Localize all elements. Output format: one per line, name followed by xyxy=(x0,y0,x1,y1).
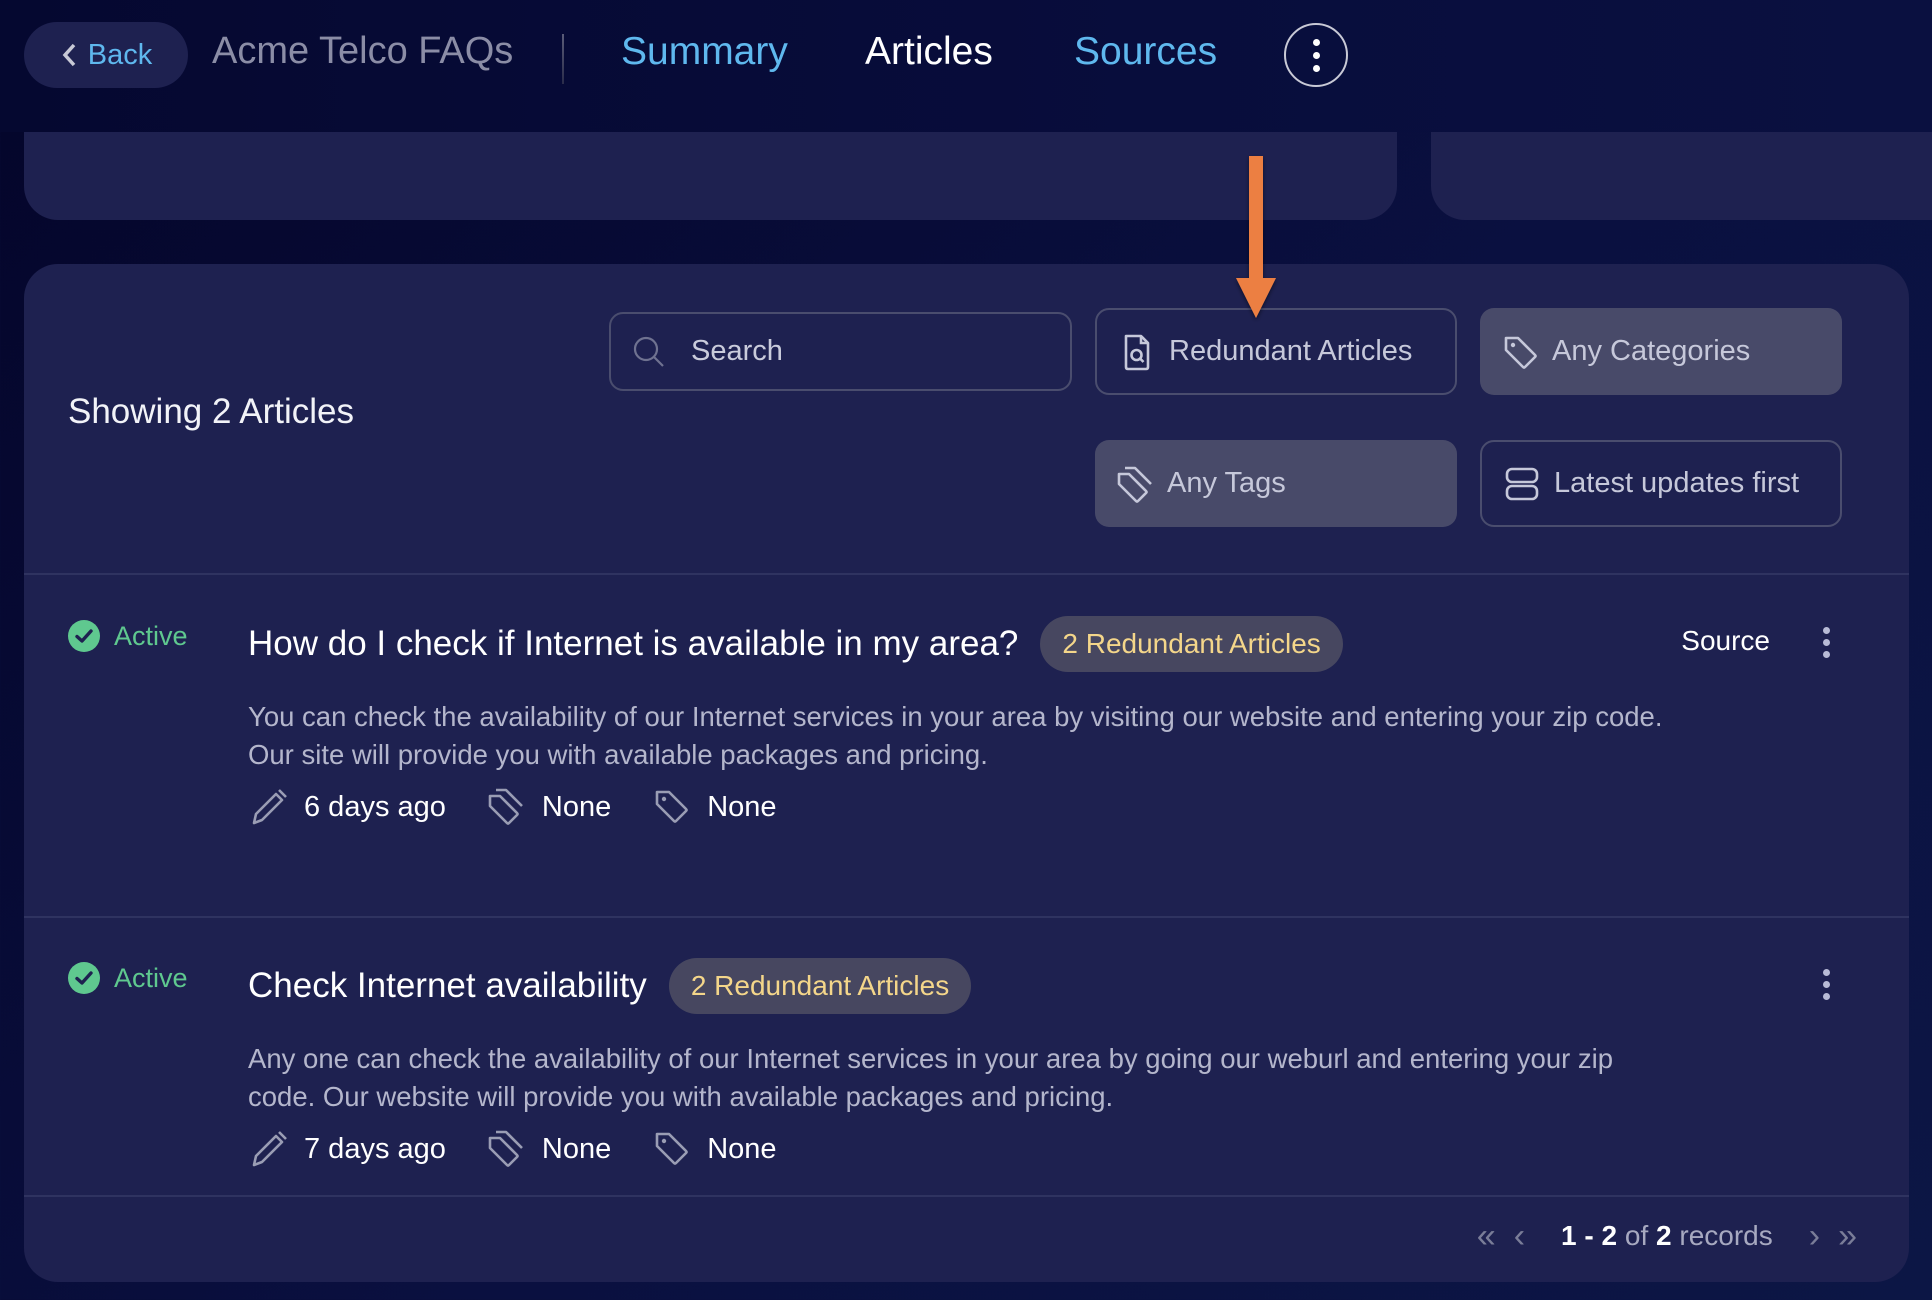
article-title[interactable]: How do I check if Internet is available … xyxy=(248,624,1018,664)
category-meta: None xyxy=(651,786,777,828)
status-badge: Active xyxy=(68,620,188,652)
showing-count: Showing 2 Articles xyxy=(68,392,354,431)
articles-panel: Showing 2 Articles Redundant Articles An… xyxy=(24,264,1909,1282)
tag-icon xyxy=(1504,336,1537,369)
pencil-icon xyxy=(252,789,287,825)
category-value: None xyxy=(707,790,777,823)
of-label: of xyxy=(1617,1220,1657,1251)
article-row[interactable]: Active Check Internet availability 2 Red… xyxy=(24,918,1909,1195)
article-menu-button[interactable] xyxy=(1811,962,1841,1006)
range-separator: - xyxy=(1576,1220,1602,1251)
categories-filter-button[interactable]: Any Categories xyxy=(1480,308,1842,395)
sort-layout-icon xyxy=(1505,467,1539,500)
records-label: records xyxy=(1671,1220,1773,1251)
range-end: 2 xyxy=(1601,1220,1618,1251)
tab-summary[interactable]: Summary xyxy=(621,30,788,74)
file-search-icon xyxy=(1124,334,1150,370)
prev-page-icon[interactable]: ‹ xyxy=(1514,1219,1525,1253)
tab-articles[interactable]: Articles xyxy=(865,30,993,74)
updated-meta: 7 days ago xyxy=(248,1128,446,1170)
app-title: Acme Telco FAQs xyxy=(212,30,514,72)
back-button[interactable]: Back xyxy=(24,22,188,88)
search-icon xyxy=(633,336,664,367)
top-header: Back Acme Telco FAQs Summary Articles So… xyxy=(0,0,1932,132)
next-page-icon[interactable]: › xyxy=(1809,1219,1820,1253)
tags-icon xyxy=(488,1130,523,1167)
redundant-articles-badge[interactable]: 2 Redundant Articles xyxy=(668,958,972,1014)
tags-label: Any Tags xyxy=(1167,467,1286,499)
article-meta: 6 days ago None None xyxy=(248,786,817,828)
check-circle-icon xyxy=(68,620,100,652)
first-page-icon[interactable]: « xyxy=(1477,1219,1496,1253)
footer-divider xyxy=(24,1195,1909,1197)
tag-icon xyxy=(655,1132,689,1165)
header-separator xyxy=(562,34,564,84)
article-description: You can check the availability of our In… xyxy=(248,701,1663,770)
tab-sources[interactable]: Sources xyxy=(1074,30,1217,74)
tags-filter-button[interactable]: Any Tags xyxy=(1095,440,1457,527)
article-menu-button[interactable] xyxy=(1811,620,1841,664)
more-vertical-icon xyxy=(1312,38,1320,72)
range-start: 1 xyxy=(1561,1220,1577,1251)
article-row[interactable]: Active How do I check if Internet is ava… xyxy=(24,574,1909,916)
tags-meta: None xyxy=(486,786,611,828)
category-meta: None xyxy=(651,1128,777,1170)
status-label: Active xyxy=(114,620,188,651)
categories-label: Any Categories xyxy=(1552,335,1751,367)
redundant-articles-filter-button[interactable]: Redundant Articles xyxy=(1095,308,1457,395)
updated-meta: 6 days ago xyxy=(248,786,446,828)
sort-label: Latest updates first xyxy=(1554,467,1800,499)
article-title-row: Check Internet availability 2 Redundant … xyxy=(248,958,972,1014)
more-vertical-icon xyxy=(1822,626,1830,658)
tags-meta: None xyxy=(486,1128,611,1170)
article-list: Active How do I check if Internet is ava… xyxy=(24,574,1909,1195)
sort-order-button[interactable]: Latest updates first xyxy=(1480,440,1842,527)
updated-value: 7 days ago xyxy=(304,1132,446,1165)
more-options-button[interactable] xyxy=(1284,23,1348,87)
status-badge: Active xyxy=(68,962,188,994)
more-vertical-icon xyxy=(1822,968,1830,1000)
redundant-articles-badge[interactable]: 2 Redundant Articles xyxy=(1040,616,1343,672)
article-title[interactable]: Check Internet availability xyxy=(248,966,647,1006)
search-input[interactable] xyxy=(691,314,1061,389)
article-meta: 7 days ago None None xyxy=(248,1128,817,1170)
tags-value: None xyxy=(541,790,612,823)
record-total: 2 xyxy=(1656,1220,1672,1251)
back-label: Back xyxy=(87,38,153,71)
tags-icon xyxy=(1117,466,1152,503)
tag-icon xyxy=(655,790,689,823)
updated-value: 6 days ago xyxy=(304,790,446,823)
status-label: Active xyxy=(114,962,188,993)
check-circle-icon xyxy=(68,962,100,994)
chevron-left-icon xyxy=(62,43,76,67)
article-description: Any one can check the availability of ou… xyxy=(248,1043,1614,1112)
article-title-row: How do I check if Internet is available … xyxy=(248,616,1343,672)
source-link[interactable]: Source xyxy=(1681,625,1770,657)
last-page-icon[interactable]: » xyxy=(1838,1219,1857,1253)
pagination: « ‹ 1 - 2 of 2 records › » xyxy=(1477,1219,1857,1253)
tags-value: None xyxy=(541,1132,612,1165)
redundant-articles-label: Redundant Articles xyxy=(1169,335,1413,367)
record-range: 1 - 2 of 2 records xyxy=(1561,1220,1773,1252)
search-field[interactable] xyxy=(609,312,1072,391)
pencil-icon xyxy=(252,1131,287,1167)
category-value: None xyxy=(707,1132,777,1165)
tags-icon xyxy=(488,788,523,825)
